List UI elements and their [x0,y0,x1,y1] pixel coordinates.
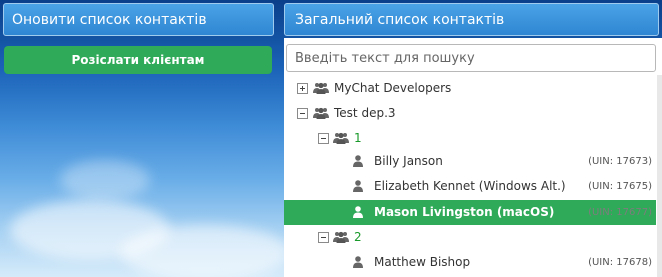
contact-uin: (UIN: 17673) [588,156,652,167]
tree-group-test-dep3[interactable]: Test dep.3 [284,101,656,126]
collapse-icon[interactable] [318,133,329,144]
background-cloud [120,225,290,277]
contact-row[interactable]: Matthew Bishop (UIN: 17678) [284,250,656,275]
user-icon [353,155,363,167]
group-label: Test dep.3 [334,106,396,120]
group-icon [333,231,349,243]
subgroup-label: 2 [354,230,362,244]
group-icon [313,107,329,119]
group-icon [313,82,329,94]
contact-name: Mason Livingston (macOS) [374,205,555,219]
contact-name: Billy Janson [374,154,443,168]
subgroup-label: 1 [354,131,362,145]
contact-row[interactable]: Elizabeth Kennet (Windows Alt.) (UIN: 17… [284,174,656,199]
collapse-icon[interactable] [297,108,308,119]
background-cloud [60,160,150,200]
contact-uin: (UIN: 17677) [588,207,652,218]
tree-subgroup-1[interactable]: 1 [284,126,656,151]
group-label: MyChat Developers [334,81,452,95]
contact-uin: (UIN: 17678) [588,257,652,268]
user-icon [353,180,363,192]
tree-subgroup-2[interactable]: 2 [284,225,656,250]
contacts-panel: MyChat Developers Test dep.3 1 Billy Jan… [284,38,662,277]
expand-icon[interactable] [297,83,308,94]
general-contacts-title: Загальний список контактів [295,12,505,28]
contact-name: Elizabeth Kennet (Windows Alt.) [374,179,566,193]
user-icon [353,206,363,218]
general-contacts-header: Загальний список контактів [284,3,659,36]
contact-name: Matthew Bishop [374,255,471,269]
contact-uin: (UIN: 17675) [588,181,652,192]
contact-row-selected[interactable]: Mason Livingston (macOS) (UIN: 17677) [284,200,656,225]
contact-row[interactable]: Billy Janson (UIN: 17673) [284,149,656,174]
tree-scrollbar[interactable] [657,75,662,277]
collapse-icon[interactable] [318,232,329,243]
update-contacts-header: Оновити список контактів [3,3,274,36]
group-icon [333,132,349,144]
send-to-clients-button[interactable]: Розіслати клієнтам [4,46,272,74]
tree-group-mychat-developers[interactable]: MyChat Developers [284,76,656,101]
update-contacts-title: Оновити список контактів [12,12,207,28]
search-input[interactable] [286,44,656,72]
user-icon [353,256,363,268]
